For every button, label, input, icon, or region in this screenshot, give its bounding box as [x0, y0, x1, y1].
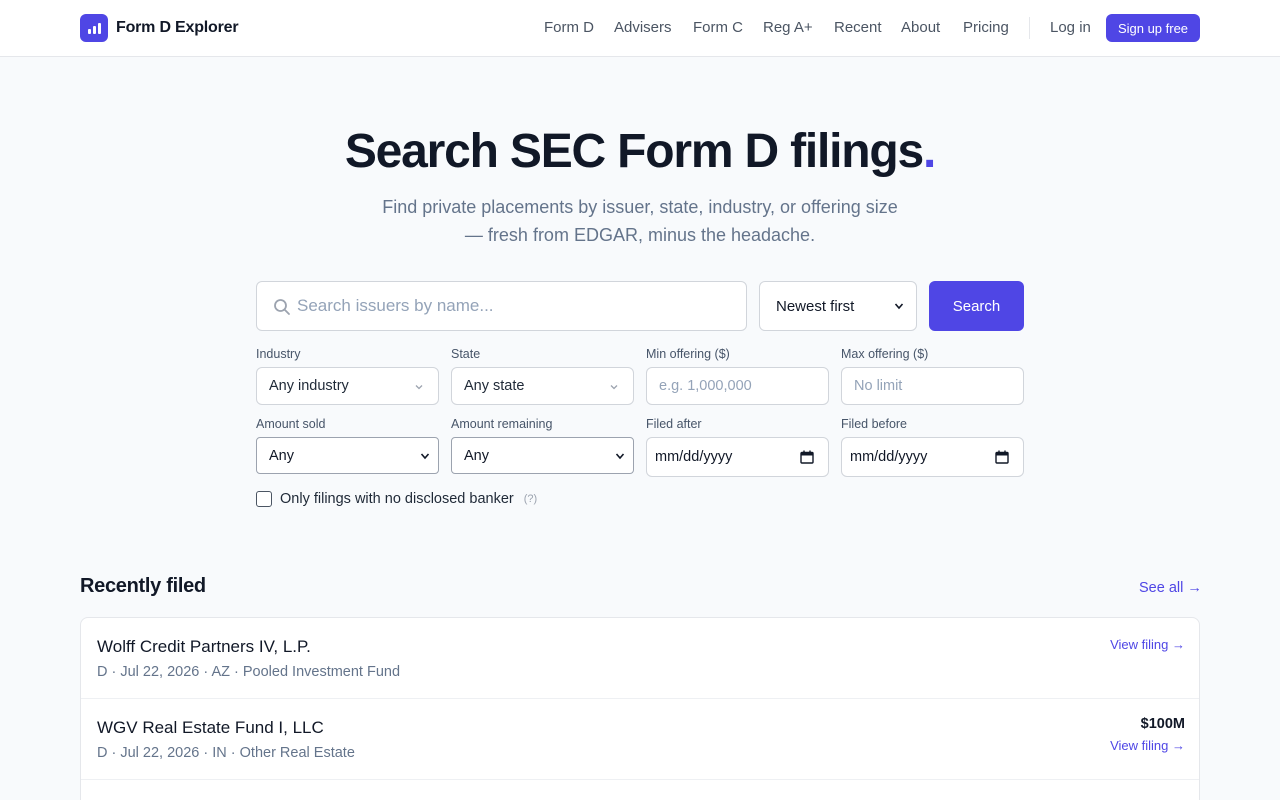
page-title-text: Search SEC Form D filings — [344, 125, 924, 178]
min-offering-placeholder: e.g. 1,000,000 — [659, 378, 752, 394]
amount-remaining-value: Any — [464, 447, 489, 464]
industry-label: Industry — [256, 347, 301, 361]
calendar-icon[interactable] — [995, 450, 1009, 464]
view-filing-link[interactable]: View filing → — [1110, 738, 1185, 753]
search-button[interactable]: Search — [929, 281, 1024, 331]
amount-remaining-label: Amount remaining — [451, 417, 553, 431]
page-title: Search SEC Form D filings. — [0, 124, 1280, 179]
nav-link-form-d[interactable]: Form D — [544, 19, 594, 36]
brand[interactable]: Form D Explorer — [80, 14, 239, 42]
subtitle-line-1: Find private placements by issuer, state… — [382, 197, 898, 217]
nav-link-reg-a-plus[interactable]: Reg A+ — [763, 19, 813, 36]
bar-chart-icon — [80, 14, 108, 42]
filing-meta: D · Jul 22, 2026 · AZ · Pooled Investmen… — [97, 664, 401, 680]
no-banker-checkbox[interactable] — [256, 491, 272, 507]
top-navigation-bar: Form D Explorer Form D Advisers Form C R… — [0, 0, 1280, 57]
amount-sold-select[interactable]: Any — [256, 437, 439, 474]
search-icon — [274, 299, 290, 315]
state-select[interactable]: Any state — [451, 367, 634, 405]
filing-row[interactable]: WGV Real Estate Fund I, LLC D · Jul 22, … — [81, 699, 1199, 780]
amount-sold-label: Amount sold — [256, 417, 326, 431]
min-offering-input[interactable]: e.g. 1,000,000 — [646, 367, 829, 405]
filed-before-label: Filed before — [841, 417, 908, 431]
amount-sold-value: Any — [269, 447, 294, 464]
recently-filed-heading: Recently filed — [80, 575, 206, 597]
calendar-icon[interactable] — [800, 450, 814, 464]
nav-link-advisers[interactable]: Advisers — [614, 19, 672, 36]
no-banker-label[interactable]: Only filings with no disclosed banker — [280, 491, 514, 507]
filed-before-date-input[interactable]: mm/dd/yyyy — [841, 437, 1024, 477]
issuer-name[interactable]: Wolff Credit Partners IV, L.P. — [97, 637, 311, 657]
filing-meta: D · Jul 22, 2026 · IN · Other Real Estat… — [97, 745, 355, 761]
chevron-down-icon — [420, 453, 430, 460]
help-icon[interactable]: (?) — [524, 493, 537, 505]
state-value: Any state — [464, 378, 525, 394]
offering-amount: $100M — [1140, 716, 1185, 732]
chevron-down-icon — [615, 453, 625, 460]
brand-name: Form D Explorer — [116, 19, 239, 36]
max-offering-input[interactable]: No limit — [841, 367, 1024, 405]
max-offering-label: Max offering ($) — [841, 347, 929, 361]
title-accent-dot: . — [923, 125, 936, 178]
amount-remaining-select[interactable]: Any — [451, 437, 634, 474]
filed-before-value: mm/dd/yyyy — [850, 449, 928, 465]
sort-order-select[interactable]: Newest first — [759, 281, 917, 331]
chevron-down-icon — [894, 303, 904, 310]
see-all-link[interactable]: See all → — [1139, 580, 1202, 596]
page-subtitle: Find private placements by issuer, state… — [340, 193, 940, 249]
max-offering-placeholder: No limit — [854, 378, 903, 394]
view-filing-link[interactable]: View filing → — [1110, 637, 1185, 652]
subtitle-line-2: — fresh from EDGAR, minus the headache. — [464, 225, 816, 245]
issuer-name[interactable]: WGV Real Estate Fund I, LLC — [97, 718, 324, 738]
sort-order-value: Newest first — [776, 297, 855, 315]
issuer-search-input[interactable] — [297, 282, 737, 330]
chevron-down-icon — [415, 385, 423, 390]
nav-link-form-c[interactable]: Form C — [693, 19, 743, 36]
signup-button[interactable]: Sign up free — [1106, 14, 1200, 42]
industry-select[interactable]: Any industry — [256, 367, 439, 405]
filing-row[interactable]: Wolff Credit Partners IV, L.P. D · Jul 2… — [81, 618, 1199, 699]
min-offering-label: Min offering ($) — [646, 347, 730, 361]
nav-link-recent[interactable]: Recent — [834, 19, 882, 36]
filed-after-value: mm/dd/yyyy — [655, 449, 733, 465]
industry-value: Any industry — [269, 378, 349, 394]
chevron-down-icon — [610, 385, 618, 390]
nav-link-pricing[interactable]: Pricing — [963, 19, 1009, 36]
filed-after-date-input[interactable]: mm/dd/yyyy — [646, 437, 829, 477]
login-link[interactable]: Log in — [1050, 19, 1091, 36]
recent-filings-list: Wolff Credit Partners IV, L.P. D · Jul 2… — [80, 617, 1200, 800]
nav-divider — [1029, 17, 1030, 39]
no-banker-filter: Only filings with no disclosed banker (?… — [256, 490, 537, 508]
nav-link-about[interactable]: About — [901, 19, 940, 36]
filed-after-label: Filed after — [646, 417, 702, 431]
state-label: State — [451, 347, 481, 361]
issuer-search-box — [256, 281, 747, 331]
